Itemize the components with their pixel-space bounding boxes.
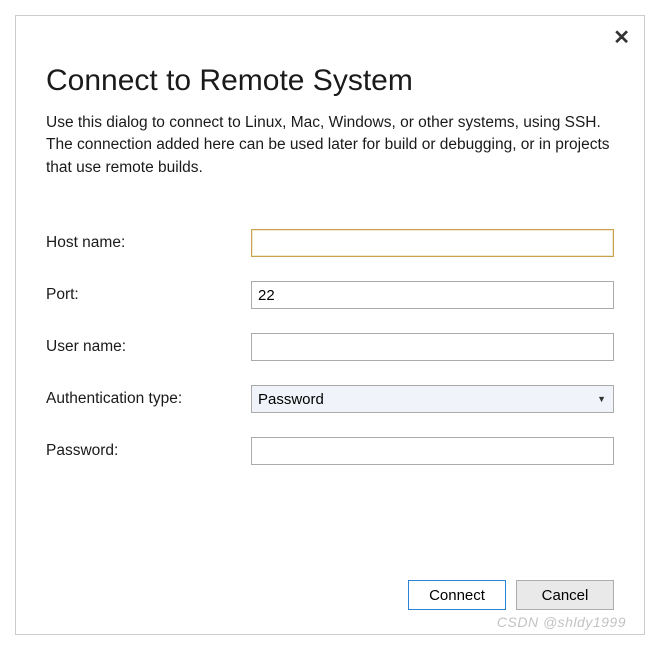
port-row: Port: bbox=[46, 281, 614, 309]
port-input[interactable] bbox=[251, 281, 614, 309]
dialog-title: Connect to Remote System bbox=[46, 64, 614, 98]
cancel-button[interactable]: Cancel bbox=[516, 580, 614, 610]
authtype-select[interactable]: Password bbox=[251, 385, 614, 413]
connect-remote-dialog: ✕ Connect to Remote System Use this dial… bbox=[15, 15, 645, 635]
password-label: Password: bbox=[46, 442, 251, 460]
dialog-description: Use this dialog to connect to Linux, Mac… bbox=[46, 112, 614, 179]
connect-button[interactable]: Connect bbox=[408, 580, 506, 610]
close-icon[interactable]: ✕ bbox=[613, 28, 630, 48]
password-row: Password: bbox=[46, 437, 614, 465]
username-input[interactable] bbox=[251, 333, 614, 361]
username-row: User name: bbox=[46, 333, 614, 361]
hostname-input[interactable] bbox=[251, 229, 614, 257]
dialog-buttons: Connect Cancel bbox=[46, 556, 614, 610]
authtype-label: Authentication type: bbox=[46, 390, 251, 408]
connection-form: Host name: Port: User name: Authenticati… bbox=[46, 229, 614, 465]
password-input[interactable] bbox=[251, 437, 614, 465]
port-label: Port: bbox=[46, 286, 251, 304]
hostname-label: Host name: bbox=[46, 234, 251, 252]
authtype-row: Authentication type: Password ▼ bbox=[46, 385, 614, 413]
username-label: User name: bbox=[46, 338, 251, 356]
hostname-row: Host name: bbox=[46, 229, 614, 257]
